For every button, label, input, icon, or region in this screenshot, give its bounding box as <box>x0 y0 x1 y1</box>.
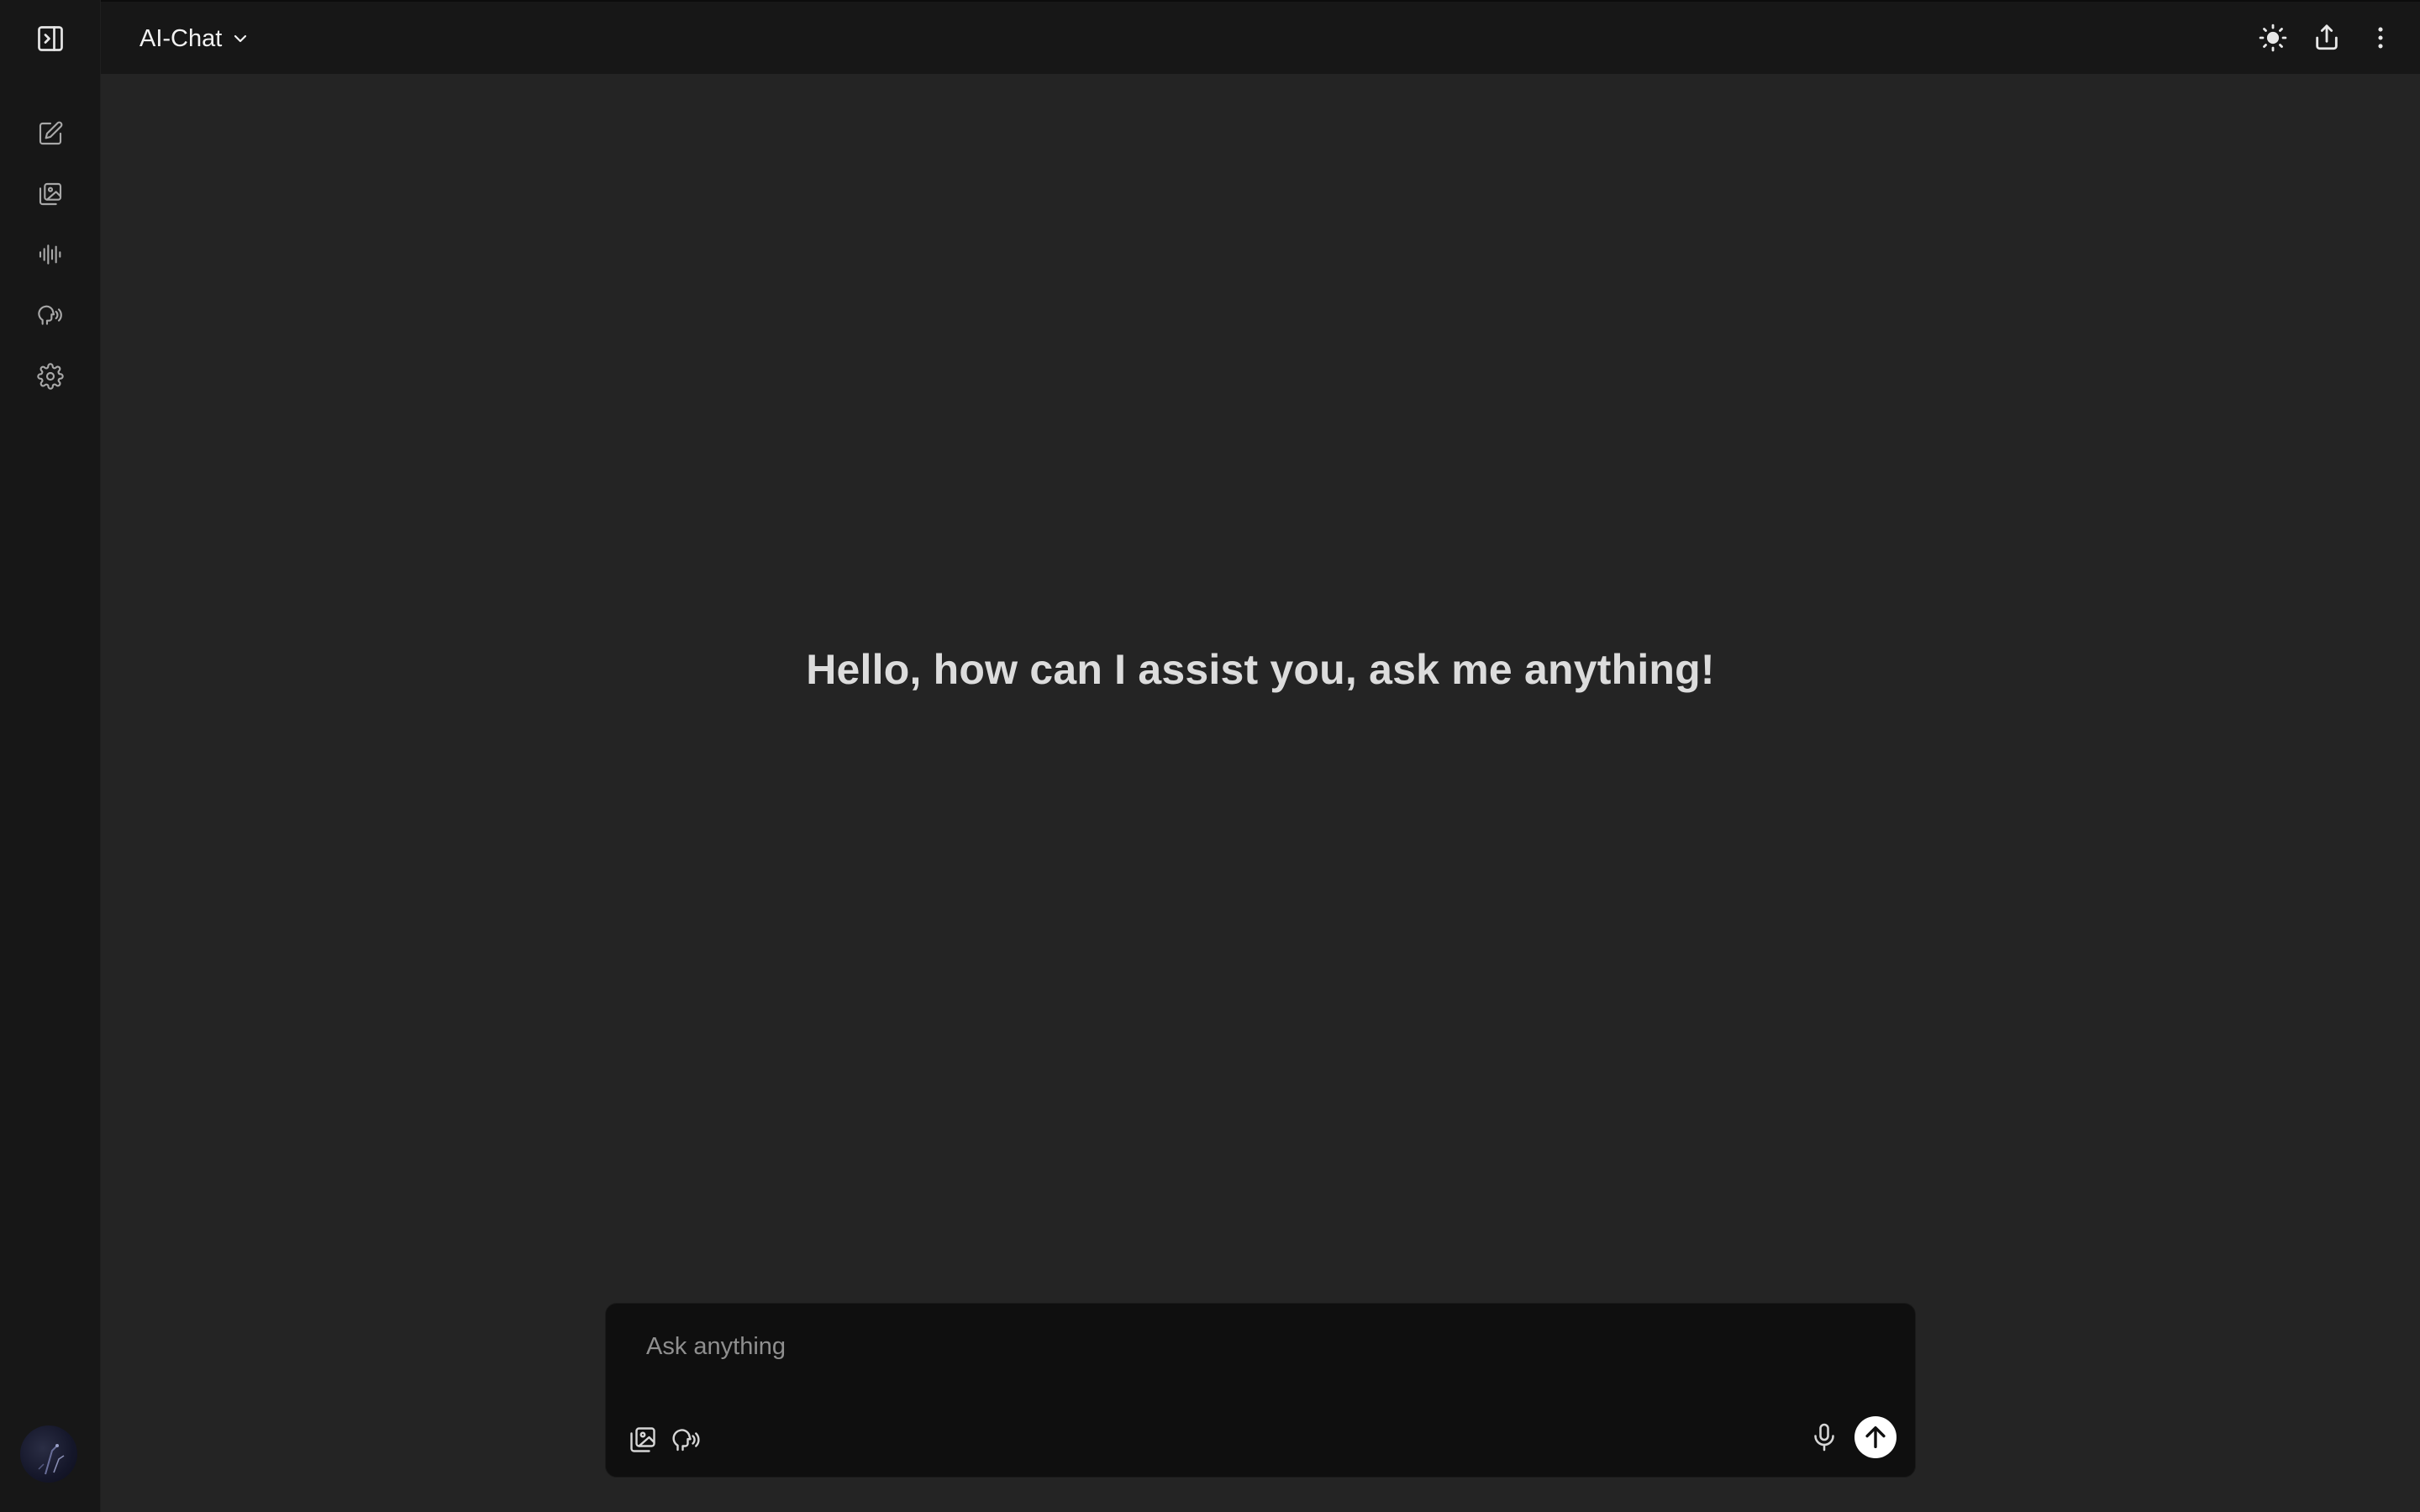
user-avatar[interactable] <box>20 1425 77 1483</box>
composer-right-actions <box>1806 1416 1897 1458</box>
avatar-image <box>38 1444 65 1475</box>
sidebar-item-new-chat[interactable] <box>34 117 67 150</box>
share-button[interactable] <box>2309 20 2344 55</box>
attach-image-button[interactable] <box>624 1421 661 1458</box>
sidebar-item-image-gallery[interactable] <box>34 177 67 211</box>
waveform-icon <box>37 241 64 268</box>
image-stack-icon <box>37 181 64 207</box>
sidebar-toggle-icon <box>35 24 66 54</box>
model-name: AI-Chat <box>139 24 223 52</box>
image-stack-icon <box>628 1425 658 1455</box>
theme-toggle-button[interactable] <box>2255 20 2291 55</box>
sidebar-toggle-button[interactable] <box>34 22 67 55</box>
voice-mode-button[interactable] <box>668 1421 705 1458</box>
message-input[interactable] <box>644 1326 1871 1368</box>
arrow-up-icon <box>1861 1423 1890 1452</box>
speak-head-icon <box>37 302 64 328</box>
sidebar <box>0 0 101 1512</box>
app-window: AI-Chat Hello, how can I assist you, ask… <box>0 0 2420 1512</box>
edit-icon <box>37 120 64 147</box>
sidebar-item-audio[interactable] <box>34 238 67 271</box>
chevron-down-icon <box>230 29 250 49</box>
gear-icon <box>37 363 64 390</box>
sidebar-item-settings[interactable] <box>34 360 67 393</box>
kebab-icon <box>2366 24 2395 52</box>
send-button[interactable] <box>1854 1416 1897 1458</box>
more-options-button[interactable] <box>2363 20 2398 55</box>
message-composer <box>605 1303 1916 1478</box>
share-icon <box>2312 24 2341 52</box>
greeting-heading: Hello, how can I assist you, ask me anyt… <box>806 646 1715 693</box>
sidebar-item-voice[interactable] <box>34 298 67 332</box>
header-actions <box>2255 20 2398 55</box>
model-selector[interactable]: AI-Chat <box>139 20 250 57</box>
microphone-icon <box>1809 1422 1839 1452</box>
speak-head-icon <box>671 1425 702 1455</box>
microphone-button[interactable] <box>1806 1419 1843 1456</box>
top-bar: AI-Chat <box>101 0 2420 74</box>
composer-left-actions <box>624 1421 705 1458</box>
sun-icon <box>2259 24 2287 52</box>
